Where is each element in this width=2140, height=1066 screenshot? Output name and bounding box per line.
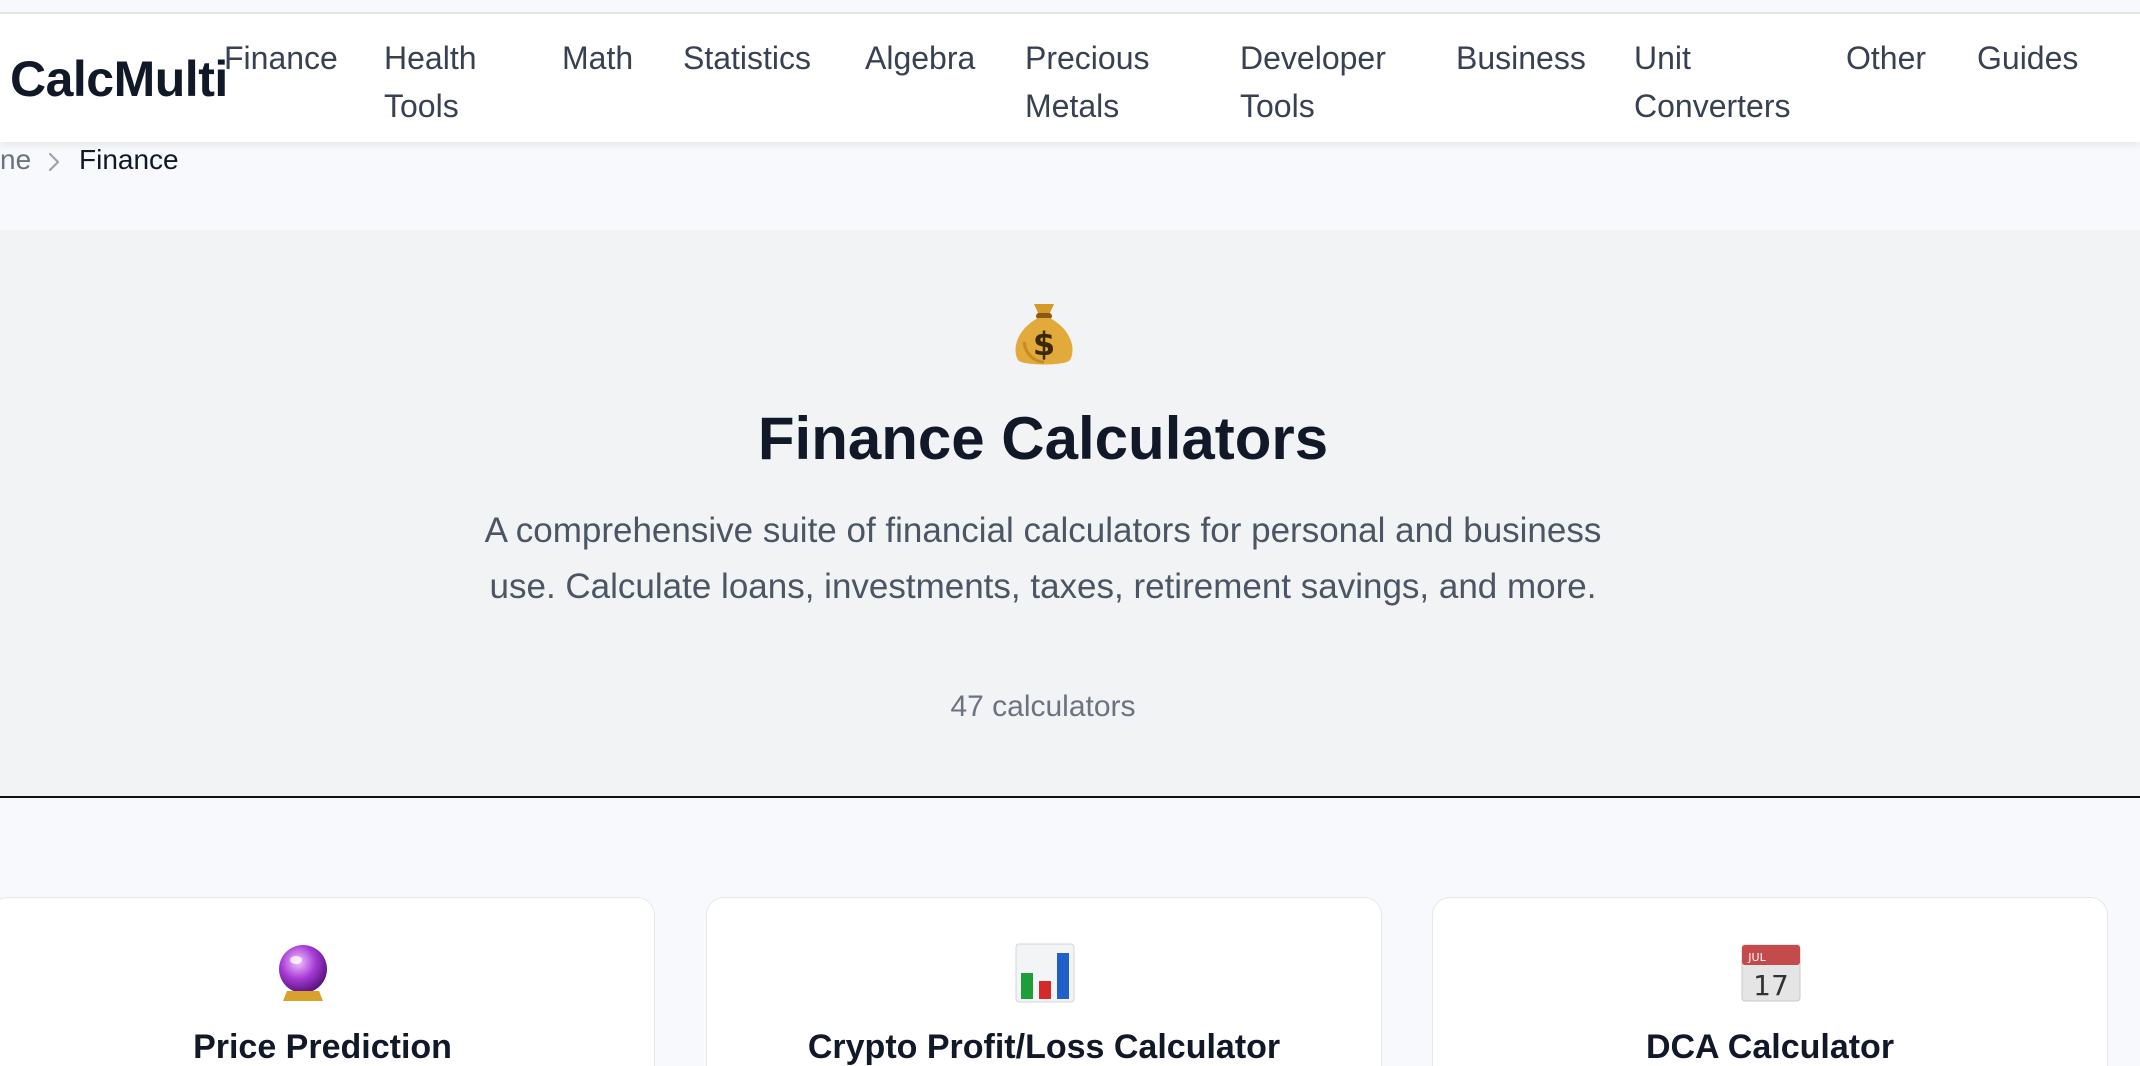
calculator-card-price-prediction[interactable]: Price Prediction [0, 897, 655, 1066]
nav-item-business[interactable]: Business [1456, 34, 1586, 82]
calculator-card-crypto-profit-loss[interactable]: Crypto Profit/Loss Calculator [706, 897, 1382, 1066]
chevron-right-icon [48, 152, 60, 172]
breadcrumb-home-link[interactable]: ne [0, 144, 31, 176]
bar-chart-icon [1015, 943, 1075, 1003]
nav-item-developer-tools[interactable]: Developer Tools [1240, 34, 1386, 130]
svg-text:$: $ [1033, 325, 1055, 363]
nav-item-health-tools[interactable]: Health Tools [384, 34, 477, 130]
card-title: DCA Calculator [1645, 1028, 1895, 1066]
card-title: Crypto Profit/Loss Calculator [807, 1028, 1281, 1066]
card-title: Price Prediction [193, 1028, 452, 1066]
calendar-month: JUL [1747, 951, 1766, 964]
nav-item-precious-metals[interactable]: Precious Metals [1025, 34, 1150, 130]
nav-item-other[interactable]: Other [1846, 34, 1926, 82]
calculator-count: 47 calculators [950, 690, 1136, 723]
crystal-ball-icon [279, 945, 327, 1001]
nav-item-algebra[interactable]: Algebra [865, 34, 975, 82]
page-title: Finance Calculators [757, 405, 1329, 472]
nav-item-guides[interactable]: Guides [1977, 34, 2078, 82]
site-header: CalcMulti Finance Health Tools Math Stat… [0, 14, 2140, 142]
breadcrumb-current: Finance [79, 144, 179, 175]
nav-item-finance[interactable]: Finance [224, 34, 338, 82]
page-description: A comprehensive suite of financial calcu… [484, 511, 1602, 606]
calculator-card-dca[interactable]: JUL 17 DCA Calculator [1432, 897, 2108, 1066]
page: CalcMulti Finance Health Tools Math Stat… [0, 0, 2140, 1066]
money-bag-icon: $ [1015, 304, 1073, 365]
calendar-icon: JUL 17 [1741, 944, 1801, 1002]
nav-item-statistics[interactable]: Statistics [683, 34, 811, 82]
nav-item-unit-converters[interactable]: Unit Converters [1634, 34, 1791, 130]
nav-item-math[interactable]: Math [562, 34, 633, 82]
site-logo[interactable]: CalcMulti [10, 50, 228, 108]
calendar-day: 17 [1753, 969, 1789, 1002]
